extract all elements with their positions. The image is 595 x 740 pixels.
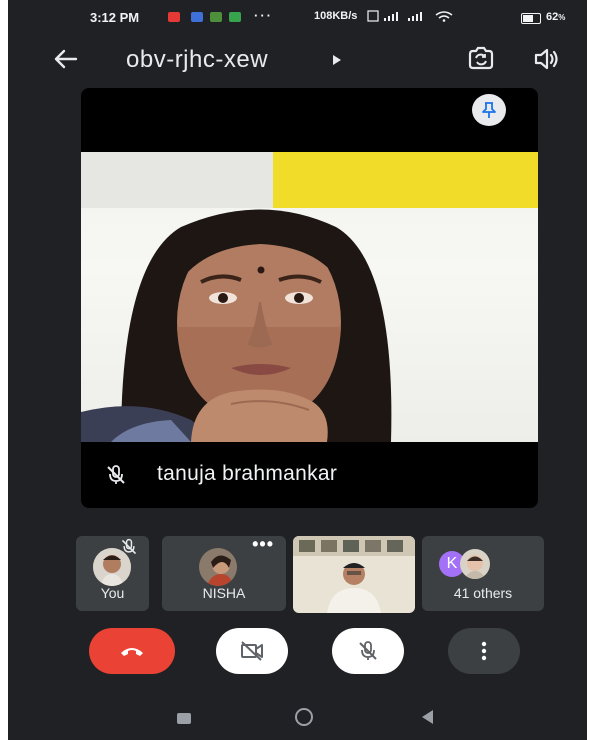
status-bar: 3:12 PM ··· 108KB/s 62%	[8, 0, 587, 36]
mic-off-icon	[107, 465, 125, 484]
notification-icon	[168, 12, 180, 22]
participant-label: 41 others	[453, 585, 513, 601]
home-nav-button[interactable]	[295, 708, 313, 726]
avatar	[199, 548, 237, 586]
mic-toggle-button[interactable]	[332, 628, 404, 674]
participant-strip: You ••• NISHA K 41 others	[76, 536, 546, 614]
notification-icon	[191, 12, 203, 22]
back-nav-button[interactable]	[422, 710, 433, 724]
avatar	[460, 549, 490, 579]
participant-label: You	[100, 585, 125, 601]
network-speed: 108KB/s	[314, 10, 470, 22]
participant-tile-nisha[interactable]: ••• NISHA	[162, 536, 286, 611]
avatar-image	[199, 548, 237, 586]
end-call-button[interactable]	[89, 628, 175, 674]
participant-tile-others[interactable]: K 41 others	[422, 536, 544, 611]
more-vert-icon	[481, 641, 487, 661]
signal-icon	[367, 10, 453, 22]
phone-hangup-icon	[121, 648, 143, 656]
arrow-back-icon[interactable]	[50, 44, 80, 74]
camera-off-icon	[241, 641, 263, 661]
participant-video-image	[81, 209, 392, 442]
more-options-icon[interactable]: •••	[252, 536, 274, 555]
notification-icon	[229, 12, 241, 22]
participant-tile-you[interactable]: You	[76, 536, 149, 611]
battery-level: 62%	[546, 11, 566, 23]
participant-label: NISHA	[202, 585, 246, 601]
status-more-dots: ···	[254, 8, 273, 23]
battery-icon	[521, 13, 541, 24]
avatar-image	[460, 549, 490, 579]
name-row: tanuja brahmankar	[81, 442, 538, 508]
participant-tile-video[interactable]	[293, 536, 415, 613]
meeting-code[interactable]: obv-rjhc-xew	[126, 46, 268, 74]
participant-name: tanuja brahmankar	[157, 462, 338, 485]
notification-icon	[210, 12, 222, 22]
participant-video-image	[293, 536, 415, 613]
network-speed-text: 108KB/s	[314, 10, 358, 22]
caret-right-icon[interactable]	[330, 52, 344, 68]
camera-toggle-button[interactable]	[216, 628, 288, 674]
recents-nav-button[interactable]	[177, 713, 191, 724]
pin-button[interactable]	[472, 94, 506, 126]
main-video-tile[interactable]: tanuja brahmankar	[81, 88, 538, 508]
status-time: 3:12 PM	[90, 10, 140, 25]
meet-screen: 3:12 PM ··· 108KB/s 62% obv-rjhc-xew tan…	[8, 0, 587, 740]
speaker-icon[interactable]	[532, 45, 560, 73]
mic-off-icon	[121, 538, 137, 555]
participant-video	[81, 152, 538, 442]
camera-switch-icon[interactable]	[466, 45, 496, 73]
pin-icon	[482, 102, 496, 118]
more-options-button[interactable]	[448, 628, 520, 674]
mic-off-icon	[359, 641, 377, 660]
